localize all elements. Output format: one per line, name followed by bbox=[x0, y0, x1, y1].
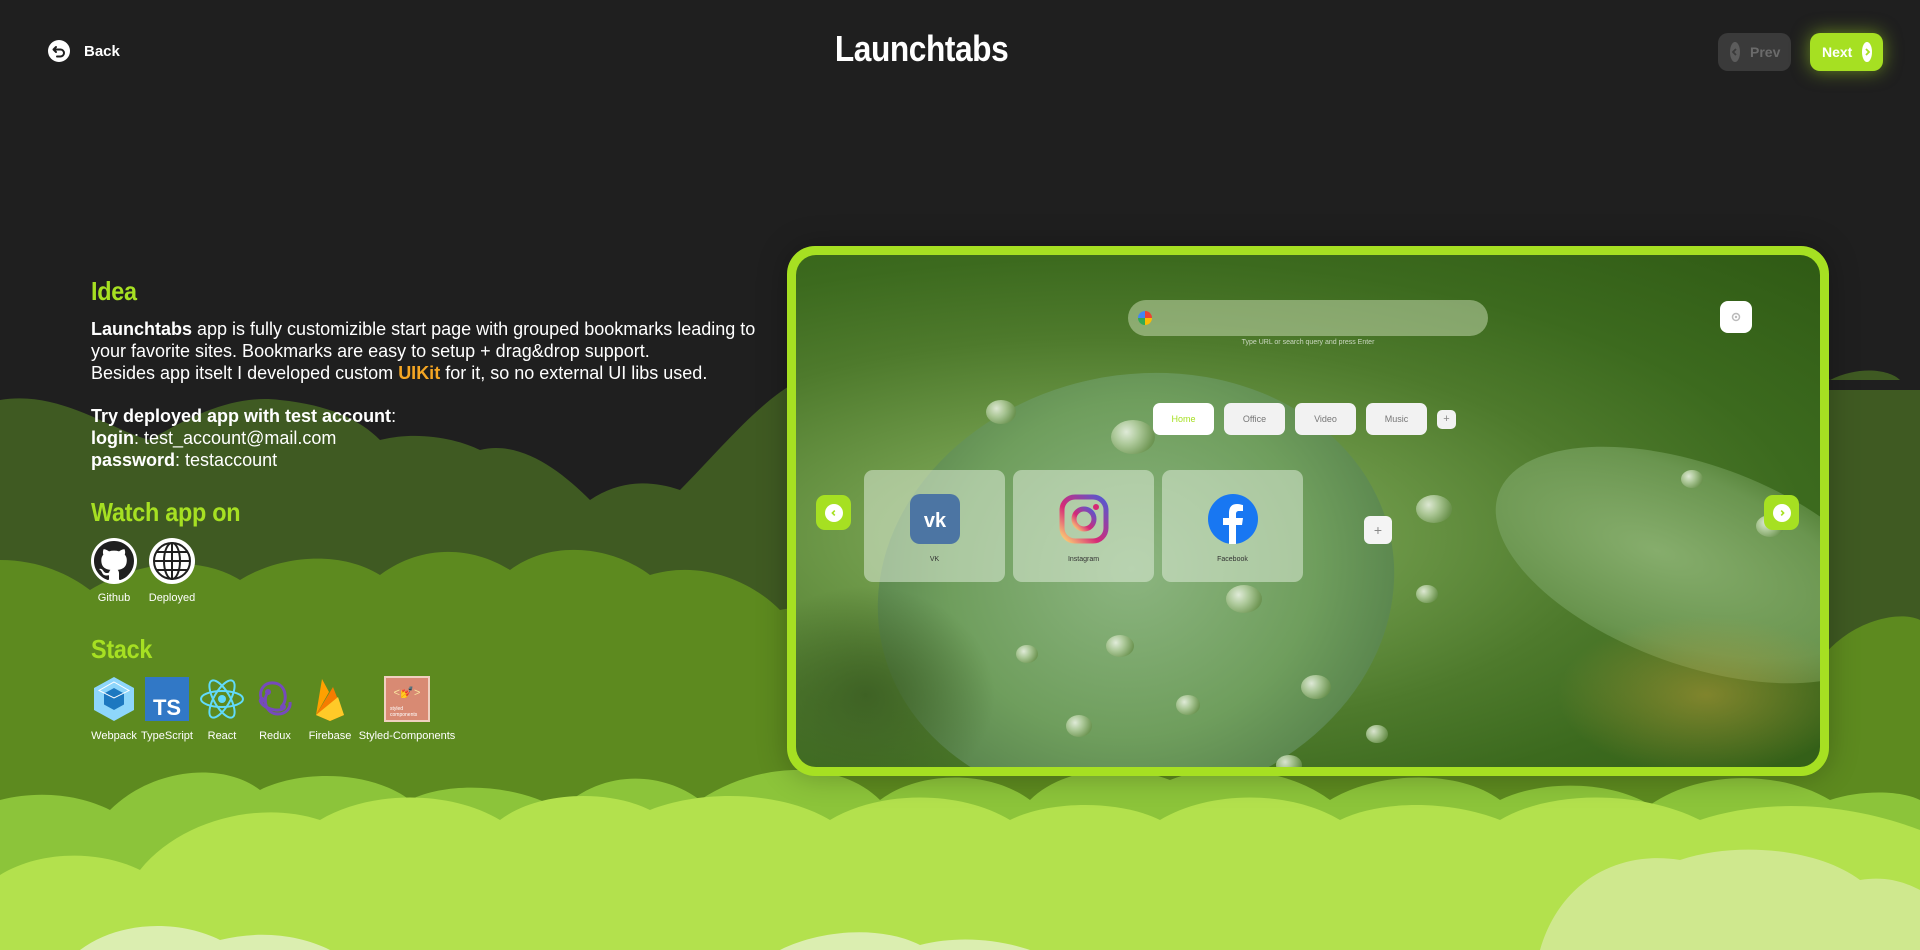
watch-links: Github Deployed bbox=[91, 538, 197, 604]
uikit-link[interactable]: UIKit bbox=[398, 363, 440, 383]
styled-components-icon: <💅> styled components bbox=[384, 676, 430, 722]
idea-line3-end: for it, so no external UI libs used. bbox=[440, 363, 708, 383]
mock-tabs: Home Office Video Music + bbox=[1153, 403, 1456, 435]
webpack-label: Webpack bbox=[91, 730, 137, 742]
mock-card-vk-label: VK bbox=[929, 556, 940, 563]
password-value: testaccount bbox=[185, 450, 278, 470]
leaf-image bbox=[1556, 615, 1820, 767]
mock-next-arrow bbox=[1764, 495, 1799, 530]
stack-item: Firebase bbox=[303, 676, 357, 742]
water-drop bbox=[1276, 755, 1302, 767]
styled-components-label: Styled-Components bbox=[358, 730, 456, 742]
mock-add-bookmark-plus-icon: + bbox=[1364, 516, 1392, 544]
firebase-label: Firebase bbox=[308, 730, 352, 742]
mock-card-instagram-label: Instagram bbox=[1067, 556, 1100, 563]
svg-text:TS: TS bbox=[153, 695, 181, 720]
watch-heading: Watch app on bbox=[91, 497, 241, 527]
mock-tab-home: Home bbox=[1153, 403, 1214, 435]
mock-tab-music: Music bbox=[1366, 403, 1427, 435]
stack-list: Webpack TS TypeScript React Redux Fireba… bbox=[91, 676, 457, 742]
prev-label: Prev bbox=[1750, 44, 1781, 60]
mock-add-tab-plus-icon: + bbox=[1437, 409, 1456, 429]
globe-icon bbox=[149, 538, 195, 584]
back-arrow-icon bbox=[48, 40, 70, 62]
test-account-info: Try deployed app with test account: logi… bbox=[91, 406, 397, 470]
stack-item: Redux bbox=[247, 676, 303, 742]
water-drop bbox=[1106, 635, 1134, 657]
idea-description: Launchtabs app is fully customizible sta… bbox=[91, 318, 761, 384]
water-drop bbox=[986, 400, 1016, 424]
mock-prev-arrow bbox=[816, 495, 851, 530]
next-button[interactable]: Next bbox=[1810, 33, 1883, 71]
mock-card-vk: vk VK bbox=[864, 470, 1005, 582]
app-screenshot: Type URL or search query and press Enter… bbox=[796, 255, 1820, 767]
water-drop bbox=[1416, 495, 1452, 523]
next-label: Next bbox=[1822, 44, 1853, 60]
stack-heading: Stack bbox=[91, 634, 153, 664]
stack-item: React bbox=[197, 676, 247, 742]
chevron-right-icon bbox=[1862, 42, 1873, 62]
redux-icon bbox=[252, 676, 298, 722]
mock-card-instagram: Instagram bbox=[1013, 470, 1154, 582]
app-name: Launchtabs bbox=[91, 319, 193, 339]
webpack-icon bbox=[91, 676, 137, 722]
app-screenshot-frame: Type URL or search query and press Enter… bbox=[787, 246, 1829, 776]
mock-search-bar bbox=[1128, 300, 1488, 336]
password-label: password bbox=[91, 450, 176, 470]
typescript-label: TypeScript bbox=[141, 730, 193, 742]
svg-text:<💅>: <💅> bbox=[394, 686, 421, 700]
water-drop bbox=[1066, 715, 1092, 737]
water-drop bbox=[1416, 585, 1438, 603]
react-icon bbox=[199, 676, 245, 722]
deployed-link[interactable]: Deployed bbox=[147, 538, 197, 604]
login-label: login bbox=[91, 428, 134, 448]
mock-bookmark-cards: vk VK Instagram Facebook bbox=[864, 470, 1303, 582]
facebook-icon bbox=[1207, 494, 1258, 544]
chevron-right-icon bbox=[1772, 503, 1791, 522]
water-drop bbox=[1111, 420, 1155, 454]
typescript-icon: TS bbox=[144, 676, 190, 722]
mock-settings-gear-icon bbox=[1720, 301, 1752, 333]
login-value: test_account@mail.com bbox=[144, 428, 337, 448]
svg-text:components: components bbox=[390, 712, 418, 718]
firebase-icon bbox=[307, 676, 353, 722]
svg-text:vk: vk bbox=[923, 510, 946, 532]
mock-search-hint: Type URL or search query and press Enter bbox=[1241, 339, 1375, 346]
back-button[interactable]: Back bbox=[48, 40, 120, 62]
water-drop bbox=[1301, 675, 1331, 699]
react-label: React bbox=[207, 730, 237, 742]
github-label: Github bbox=[97, 592, 131, 604]
mock-tab-office: Office bbox=[1224, 403, 1285, 435]
prev-button[interactable]: Prev bbox=[1718, 33, 1791, 71]
stack-item: <💅> styled components Styled-Components bbox=[357, 676, 457, 742]
deployed-label: Deployed bbox=[148, 592, 196, 604]
google-icon bbox=[1138, 311, 1152, 325]
water-drop bbox=[1176, 695, 1200, 715]
stack-item: TS TypeScript bbox=[137, 676, 197, 742]
idea-line3-start: Besides app itselt I developed custom bbox=[91, 363, 399, 383]
mock-card-facebook-label: Facebook bbox=[1217, 556, 1248, 563]
water-drop bbox=[1016, 645, 1038, 663]
stack-item: Webpack bbox=[91, 676, 137, 742]
chevron-left-icon bbox=[1730, 42, 1740, 62]
instagram-icon bbox=[1059, 494, 1108, 544]
water-drop bbox=[1681, 470, 1703, 488]
chevron-left-icon bbox=[824, 503, 843, 522]
mock-tab-video: Video bbox=[1295, 403, 1356, 435]
github-icon bbox=[91, 538, 137, 584]
water-drop bbox=[1366, 725, 1388, 743]
github-link[interactable]: Github bbox=[91, 538, 137, 604]
try-label: Try deployed app with test account bbox=[91, 406, 392, 426]
redux-label: Redux bbox=[259, 730, 291, 742]
idea-heading: Idea bbox=[91, 276, 137, 306]
page: Back Launchtabs Prev Next Idea Launchtab… bbox=[0, 0, 1920, 950]
page-title: Launchtabs bbox=[834, 28, 1009, 69]
vk-icon: vk bbox=[909, 494, 960, 544]
mock-card-facebook: Facebook bbox=[1162, 470, 1303, 582]
water-drop bbox=[1226, 585, 1262, 613]
